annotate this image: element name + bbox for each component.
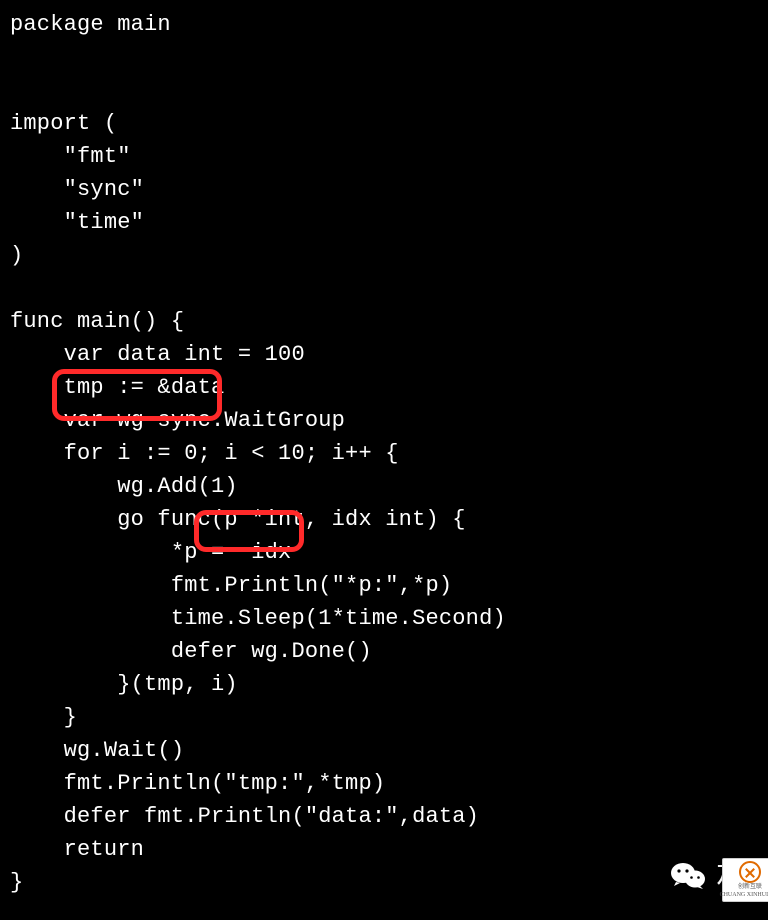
- logo-icon: [739, 861, 761, 883]
- code-block: package main import ( "fmt" "sync" "time…: [0, 0, 768, 907]
- logo-title: 创新互联: [738, 884, 762, 891]
- corner-logo-badge: 创新互联 CHUANG XINHULIAN: [722, 858, 768, 902]
- logo-sub: CHUANG XINHULIAN: [720, 892, 768, 899]
- wechat-icon: [670, 860, 706, 890]
